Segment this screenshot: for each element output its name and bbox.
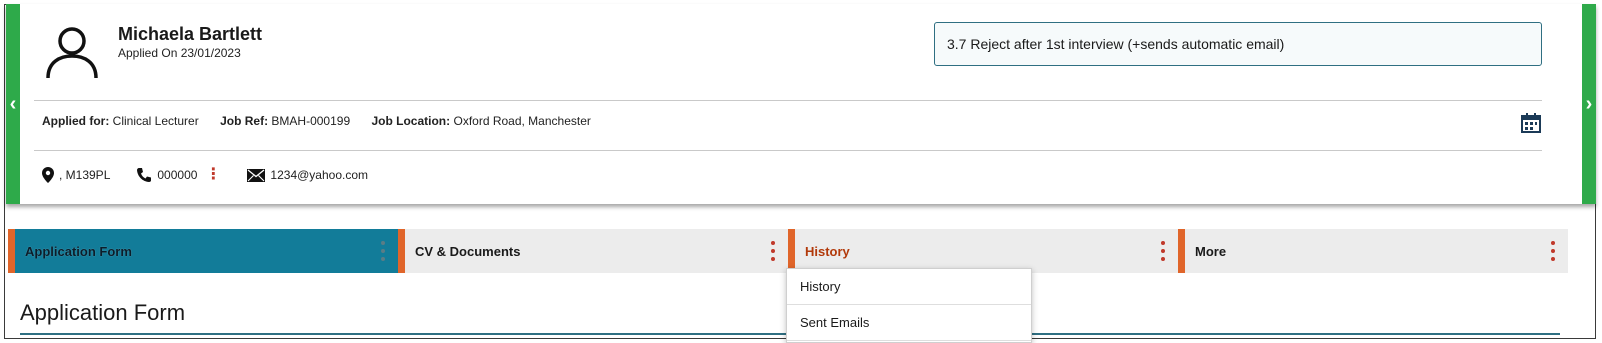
job-location-value: Oxford Road, Manchester <box>453 114 591 128</box>
menu-item-history[interactable]: History <box>787 269 1031 305</box>
job-details-row: Applied for: Clinical Lecturer Job Ref: … <box>42 114 609 128</box>
tab-history[interactable]: History <box>788 229 1178 273</box>
tab-bar: Application Form CV & Documents History … <box>8 229 1568 273</box>
phone-options-kebab-icon[interactable]: ⋮ <box>205 167 221 183</box>
kebab-menu-icon[interactable] <box>1550 241 1556 261</box>
kebab-menu-icon[interactable] <box>770 241 776 261</box>
chevron-right-icon: › <box>1585 93 1593 115</box>
email: 1234@yahoo.com <box>247 168 368 182</box>
applied-for-value: Clinical Lecturer <box>112 114 199 128</box>
phone-icon <box>137 168 152 182</box>
candidate-name: Michaela Bartlett <box>118 24 263 44</box>
tab-cv-documents[interactable]: CV & Documents <box>398 229 788 273</box>
candidate-card: ‹ › Michaela Bartlett Applied On 23/01/2… <box>6 4 1596 204</box>
history-dropdown-menu: History Sent Emails <box>786 268 1032 343</box>
tab-label: CV & Documents <box>415 243 521 259</box>
email-value[interactable]: 1234@yahoo.com <box>270 168 368 182</box>
kebab-menu-icon[interactable] <box>1160 241 1166 261</box>
applied-for-label: Applied for: <box>42 114 110 128</box>
chevron-left-icon: ‹ <box>9 93 17 115</box>
menu-item-sent-emails[interactable]: Sent Emails <box>787 305 1031 341</box>
postcode-value: , M139PL <box>59 168 111 182</box>
tab-more[interactable]: More <box>1178 229 1568 273</box>
contact-row: , M139PL 000000 ⋮ 1234@yahoo.com <box>42 167 394 183</box>
job-ref-value: BMAH-000199 <box>271 114 351 128</box>
tab-application-form[interactable]: Application Form <box>8 229 398 273</box>
kebab-menu-icon[interactable] <box>380 241 386 261</box>
phone: 000000 ⋮ <box>136 167 221 183</box>
next-candidate-button[interactable]: › <box>1582 4 1596 204</box>
tab-label: More <box>1195 243 1227 259</box>
envelope-icon <box>247 168 266 182</box>
user-outline-icon <box>46 27 98 79</box>
previous-candidate-button[interactable]: ‹ <box>6 4 20 204</box>
page-title: Application Form <box>20 300 186 325</box>
tab-label: Application Form <box>25 243 132 259</box>
job-ref-label: Job Ref: <box>220 114 269 128</box>
divider <box>34 100 1542 101</box>
postcode: , M139PL <box>42 167 110 183</box>
status-select[interactable]: 3.7 Reject after 1st interview (+sends a… <box>934 22 1542 66</box>
applied-on-date: Applied On 23/01/2023 <box>118 46 241 60</box>
divider <box>34 150 1542 151</box>
job-location-label: Job Location: <box>371 114 451 128</box>
map-pin-icon <box>42 167 54 183</box>
calendar-icon[interactable] <box>1520 112 1542 134</box>
phone-value: 000000 <box>157 168 198 182</box>
tab-label: History <box>805 243 850 259</box>
